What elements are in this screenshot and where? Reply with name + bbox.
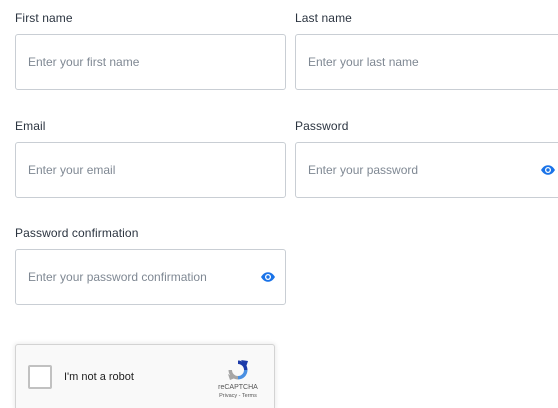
recaptcha-widget: I'm not a robot reCAPTCHA Privacy - Term… [15,344,275,408]
password-eye-icon[interactable] [540,162,556,178]
first-name-input-box[interactable] [15,34,286,90]
last-name-input-box[interactable] [295,34,558,90]
password-confirmation-eye-icon[interactable] [260,269,276,285]
password-input[interactable] [296,143,558,197]
password-confirmation-input[interactable] [16,250,285,304]
recaptcha-links: Privacy - Terms [208,393,268,400]
last-name-field: Last name [295,11,558,90]
last-name-input[interactable] [296,35,558,89]
password-label: Password [295,119,349,133]
recaptcha-terms-link[interactable]: Terms [242,393,257,399]
recaptcha-checkbox[interactable] [28,365,52,389]
email-input-box[interactable] [15,142,286,198]
password-input-box[interactable] [295,142,558,198]
recaptcha-brand: reCAPTCHA [218,384,258,391]
first-name-label: First name [15,11,73,25]
email-input[interactable] [16,143,285,197]
email-label: Email [15,119,46,133]
password-confirmation-field: Password confirmation [15,226,286,305]
recaptcha-privacy-link[interactable]: Privacy [219,393,237,399]
password-confirmation-input-box[interactable] [15,249,286,305]
password-confirmation-label: Password confirmation [15,226,139,240]
password-field: Password [295,119,558,198]
last-name-label: Last name [295,11,352,25]
email-field: Email [15,119,286,198]
first-name-input[interactable] [16,35,285,89]
recaptcha-logo-icon [226,358,250,382]
first-name-field: First name [15,11,286,90]
recaptcha-label: I'm not a robot [64,371,134,383]
